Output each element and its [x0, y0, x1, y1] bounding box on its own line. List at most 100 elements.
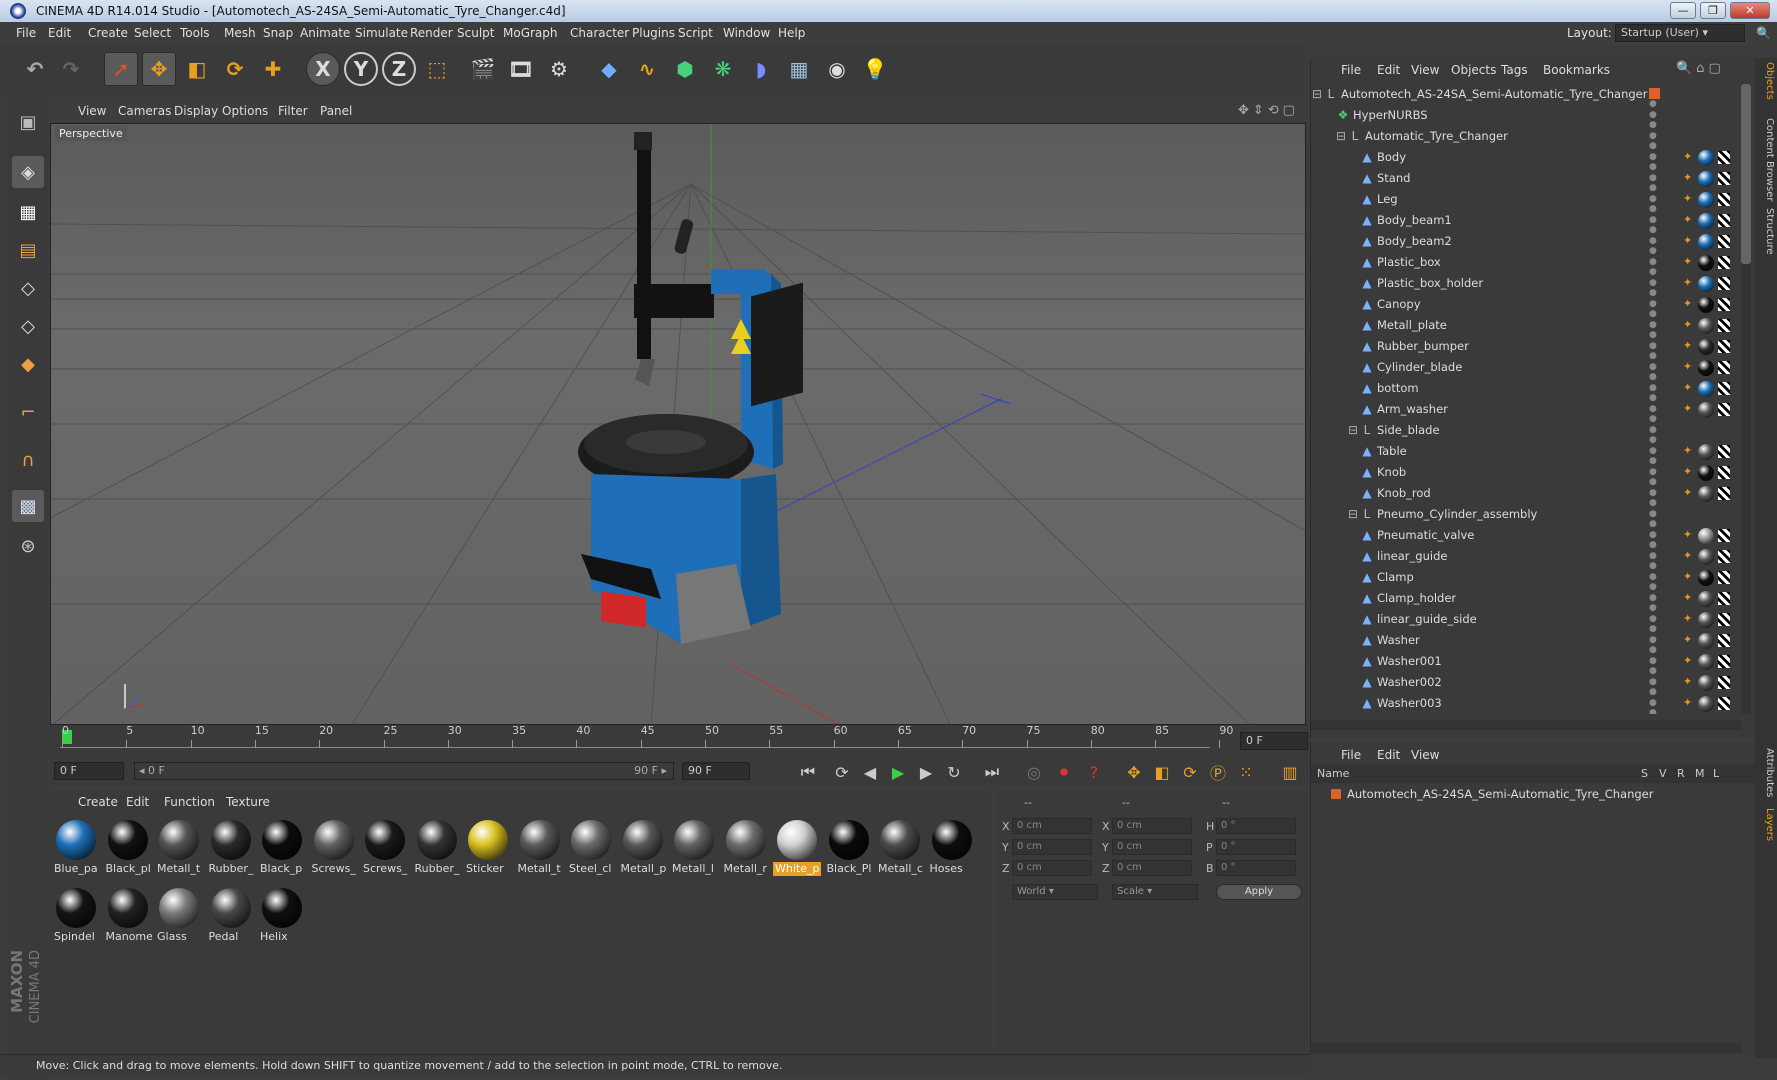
viewport-menu-display[interactable]: Display	[174, 104, 218, 118]
object-row[interactable]: ▲ Clamp ● ● ✦	[1311, 567, 1756, 592]
phong-tag-icon[interactable]: ✦	[1683, 255, 1695, 269]
viewport-menu-options[interactable]: Options	[222, 104, 268, 118]
uv-tag-icon[interactable]	[1718, 172, 1730, 185]
object-row[interactable]: ▲ linear_guide ● ● ✦	[1311, 546, 1756, 571]
apply-button[interactable]: Apply	[1216, 884, 1302, 900]
uv-tag-icon[interactable]	[1718, 550, 1730, 563]
object-menu-view[interactable]: View	[1411, 63, 1439, 77]
menu-simulate[interactable]: Simulate	[355, 26, 408, 40]
material-tag-icon[interactable]	[1698, 318, 1714, 334]
viewport-menu-cameras[interactable]: Cameras	[118, 104, 171, 118]
menu-plugins[interactable]: Plugins	[632, 26, 675, 40]
polygon-mode-icon[interactable]: ◆	[12, 348, 44, 380]
expand-toggle-icon[interactable]: ⊟	[1347, 423, 1359, 437]
workplane-grid-icon[interactable]: ▩	[12, 490, 44, 522]
point-mode-icon[interactable]: ◇	[12, 272, 44, 304]
uv-tag-icon[interactable]	[1718, 634, 1730, 647]
object-row[interactable]: ▲ Knob_rod ● ● ✦	[1311, 483, 1756, 508]
spline-pen-icon[interactable]: ∿	[630, 52, 664, 86]
object-menu-objects[interactable]: Objects	[1451, 63, 1496, 77]
material-tag-icon[interactable]	[1698, 339, 1714, 355]
axis-mode-icon[interactable]: ⌐	[12, 396, 44, 428]
material-swatch[interactable]: Screws_	[310, 816, 358, 878]
material-swatch[interactable]: Blue_pa	[52, 816, 100, 878]
object-row[interactable]: ▲ Cylinder_blade ● ● ✦	[1311, 357, 1756, 382]
preview-range-slider[interactable]: ◂ 0 F 90 F ▸	[134, 762, 674, 780]
model-mode-icon[interactable]: ◈	[12, 156, 44, 188]
create-tool-icon[interactable]: ✚	[256, 52, 290, 86]
step-back-icon[interactable]: ◀	[858, 761, 882, 783]
object-row[interactable]: ▲ Canopy ● ● ✦	[1311, 294, 1756, 319]
uv-tag-icon[interactable]	[1718, 361, 1730, 374]
side-tab-layers[interactable]: Layers	[1757, 808, 1775, 841]
phong-tag-icon[interactable]: ✦	[1683, 633, 1695, 647]
uv-tag-icon[interactable]	[1718, 466, 1730, 479]
visibility-dots-icon[interactable]: ● ●	[1649, 152, 1667, 172]
object-row[interactable]: ▲ Pneumatic_valve ● ● ✦	[1311, 525, 1756, 550]
visibility-dots-icon[interactable]: ● ●	[1649, 446, 1667, 466]
material-swatch[interactable]: Spindel	[52, 884, 100, 946]
visibility-dots-icon[interactable]: ● ●	[1649, 635, 1667, 655]
uv-tag-icon[interactable]	[1718, 613, 1730, 626]
material-tag-icon[interactable]	[1698, 465, 1714, 481]
layout-dropdown[interactable]: Startup (User) ▾	[1615, 24, 1745, 42]
current-frame-field[interactable]: 0 F	[1240, 732, 1308, 750]
uv-tag-icon[interactable]	[1718, 655, 1730, 668]
menu-sculpt[interactable]: Sculpt	[457, 26, 494, 40]
phong-tag-icon[interactable]: ✦	[1683, 297, 1695, 311]
material-tag-icon[interactable]	[1698, 171, 1714, 187]
scale-tool-icon[interactable]: ◧	[180, 52, 214, 86]
phong-tag-icon[interactable]: ✦	[1683, 591, 1695, 605]
phong-tag-icon[interactable]: ✦	[1683, 675, 1695, 689]
visibility-dots-icon[interactable]: ● ●	[1649, 698, 1667, 714]
layer-color-swatch[interactable]	[1331, 789, 1341, 799]
viewport-menu-panel[interactable]: Panel	[320, 104, 352, 118]
keyframe-record-icon[interactable]: ◎	[1022, 761, 1046, 783]
subdivision-surface-icon[interactable]: ⬢	[668, 52, 702, 86]
object-menu-tags[interactable]: Tags	[1501, 63, 1528, 77]
phong-tag-icon[interactable]: ✦	[1683, 192, 1695, 206]
x-axis-lock-button[interactable]: X	[306, 52, 340, 86]
object-scrollbar[interactable]	[1741, 84, 1751, 714]
menu-select[interactable]: Select	[134, 26, 171, 40]
visibility-dots-icon[interactable]: ● ●	[1649, 383, 1667, 403]
y-axis-lock-button[interactable]: Y	[344, 52, 378, 86]
phong-tag-icon[interactable]: ✦	[1683, 318, 1695, 332]
visibility-dots-icon[interactable]: ● ●	[1649, 551, 1667, 571]
material-swatch[interactable]: Screws_	[361, 816, 409, 878]
layer-menu-view[interactable]: View	[1411, 748, 1439, 762]
workplane-mode-icon[interactable]: ▤	[12, 234, 44, 266]
close-button[interactable]: ✕	[1730, 2, 1770, 19]
uv-tag-icon[interactable]	[1718, 277, 1730, 290]
render-view-icon[interactable]: 🎬	[466, 52, 500, 86]
lock-workplane-icon[interactable]: ⊛	[12, 530, 44, 562]
menu-script[interactable]: Script	[678, 26, 713, 40]
material-swatch[interactable]: Steel_cl	[567, 816, 615, 878]
floor-scene-icon[interactable]: ▦	[782, 52, 816, 86]
object-row[interactable]: ▲ Plastic_box ● ● ✦	[1311, 252, 1756, 277]
object-row[interactable]: ▲ bottom ● ● ✦	[1311, 378, 1756, 403]
phong-tag-icon[interactable]: ✦	[1683, 465, 1695, 479]
material-tag-icon[interactable]	[1698, 444, 1714, 460]
key-scale-icon[interactable]: ◧	[1150, 761, 1174, 783]
material-tag-icon[interactable]	[1698, 213, 1714, 229]
maximize-button[interactable]: ❐	[1700, 2, 1726, 19]
menu-edit[interactable]: Edit	[48, 26, 71, 40]
undo-icon[interactable]: ↶	[18, 52, 52, 86]
object-row[interactable]: ▲ Washer003 ● ● ✦	[1311, 693, 1756, 714]
uv-tag-icon[interactable]	[1718, 214, 1730, 227]
visibility-dots-icon[interactable]: ● ●	[1649, 236, 1667, 256]
phong-tag-icon[interactable]: ✦	[1683, 234, 1695, 248]
menu-help[interactable]: Help	[778, 26, 805, 40]
object-h-scrollbar[interactable]	[1311, 720, 1741, 730]
material-tag-icon[interactable]	[1698, 402, 1714, 418]
size-field[interactable]: 0 cm	[1112, 818, 1192, 834]
uv-tag-icon[interactable]	[1718, 592, 1730, 605]
viewport-menu-view[interactable]: View	[78, 104, 106, 118]
material-menu-function[interactable]: Function	[164, 795, 215, 809]
menu-mesh[interactable]: Mesh	[224, 26, 256, 40]
live-selection-icon[interactable]: ➚	[104, 52, 138, 86]
menu-create[interactable]: Create	[88, 26, 128, 40]
side-tab-structure[interactable]: Structure	[1757, 208, 1775, 255]
visibility-dots-icon[interactable]: ● ●	[1649, 509, 1667, 529]
